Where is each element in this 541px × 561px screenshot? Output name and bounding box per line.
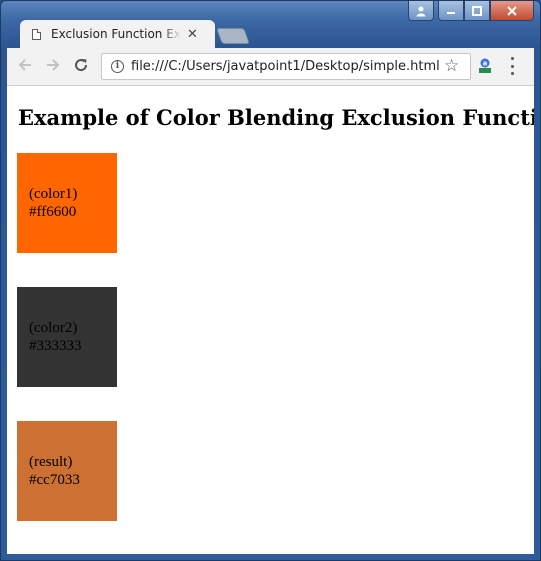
swatch-value: #cc7033 [29,472,80,488]
tab-title: Exclusion Function Example [51,27,181,41]
minimize-icon[interactable] [438,1,464,21]
tab-active[interactable]: Exclusion Function Example ✕ [20,20,215,48]
swatch-label: (result) [29,454,73,470]
info-icon[interactable]: i [111,60,124,73]
new-tab-button[interactable] [216,28,250,44]
swatch-value: #ff6600 [29,204,77,220]
page-viewport: Example of Color Blending Exclusion Func… [7,86,534,554]
back-arrow-icon[interactable] [17,57,33,78]
menu-icon[interactable] [510,57,514,75]
forward-arrow-icon[interactable] [45,57,61,78]
color-swatch-color1: (color1) #ff6600 [17,153,117,253]
window-caption-buttons [408,1,534,21]
star-icon[interactable]: ☆ [444,56,459,76]
maximize-icon[interactable] [464,1,490,21]
page-title: Example of Color Blending Exclusion Func… [18,105,534,130]
swatch-label: (color2) [29,320,78,336]
color-swatch-color2: (color2) #333333 [17,287,117,387]
address-bar[interactable]: i file:///C:/Users/javatpoint1/Desktop/s… [101,53,471,80]
extension-icon[interactable]: a [477,58,493,74]
document-icon [32,28,41,40]
swatch-value: #333333 [29,338,82,354]
color-swatch-result: (result) #cc7033 [17,421,117,521]
url-text[interactable]: file:///C:/Users/javatpoint1/Desktop/sim… [131,59,440,74]
reload-icon[interactable] [73,57,89,77]
browser-toolbar: i file:///C:/Users/javatpoint1/Desktop/s… [7,48,534,86]
svg-text:a: a [483,60,488,68]
swatch-label: (color1) [29,186,78,202]
browser-window: Exclusion Function Example ✕ i file:///C… [0,0,541,561]
tab-close-icon[interactable]: ✕ [187,27,198,42]
user-icon[interactable] [408,1,434,21]
close-icon[interactable] [490,1,534,21]
